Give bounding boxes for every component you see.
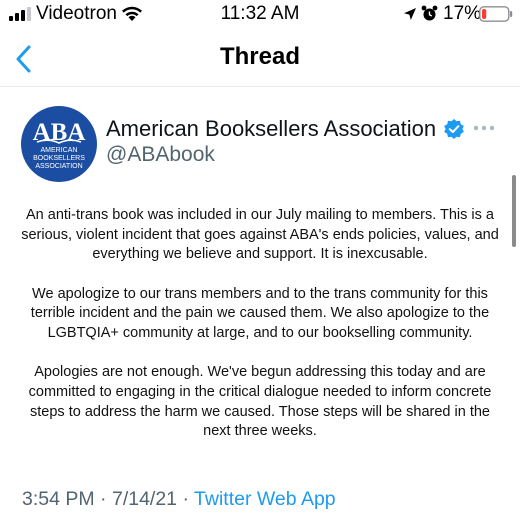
avatar-line-2: BOOKSELLERS xyxy=(33,155,85,162)
tweet-paragraph-2: We apologize to our trans members and to… xyxy=(30,285,490,342)
navigation-bar: Thread xyxy=(0,30,520,87)
tweet-paragraph-3: Apologies are not enough. We've begun ad… xyxy=(28,364,492,440)
verified-badge-icon xyxy=(444,119,464,139)
avatar[interactable]: ABA AMERICAN BOOKSELLERS ASSOCIATION xyxy=(21,106,97,182)
scrollbar[interactable] xyxy=(512,175,516,247)
status-bar: Videotron 11:32 AM 17% xyxy=(0,0,520,30)
avatar-line-3: ASSOCIATION xyxy=(35,163,82,170)
author-display-name[interactable]: American Booksellers Association xyxy=(106,116,436,142)
meta-separator: · xyxy=(100,488,107,510)
battery-icon xyxy=(479,6,513,22)
avatar-logo-text: ABA xyxy=(33,119,86,146)
tweet-text: An anti-trans book was included in our J… xyxy=(18,206,502,462)
author-handle[interactable]: @ABAbook xyxy=(106,143,215,167)
tweet-author-header: ABA AMERICAN BOOKSELLERS ASSOCIATION Ame… xyxy=(0,88,520,188)
location-arrow-icon xyxy=(404,8,416,20)
tweet-date[interactable]: 7/14/21 xyxy=(112,488,177,510)
clock-time: 11:32 AM xyxy=(220,3,300,24)
meta-separator: · xyxy=(182,488,189,510)
tweet-paragraph-1: An anti-trans book was included in our J… xyxy=(21,207,499,263)
tweet-timestamp-row: 3:54 PM · 7/14/21 · Twitter Web App xyxy=(22,488,336,511)
alarm-clock-icon xyxy=(421,5,438,21)
page-title: Thread xyxy=(219,43,300,70)
more-options-icon[interactable] xyxy=(472,124,496,132)
avatar-line-1: AMERICAN xyxy=(41,147,78,154)
battery-percentage: 17% xyxy=(443,3,482,24)
tweet-time[interactable]: 3:54 PM xyxy=(22,488,95,510)
tweet-source-link[interactable]: Twitter Web App xyxy=(194,488,336,510)
